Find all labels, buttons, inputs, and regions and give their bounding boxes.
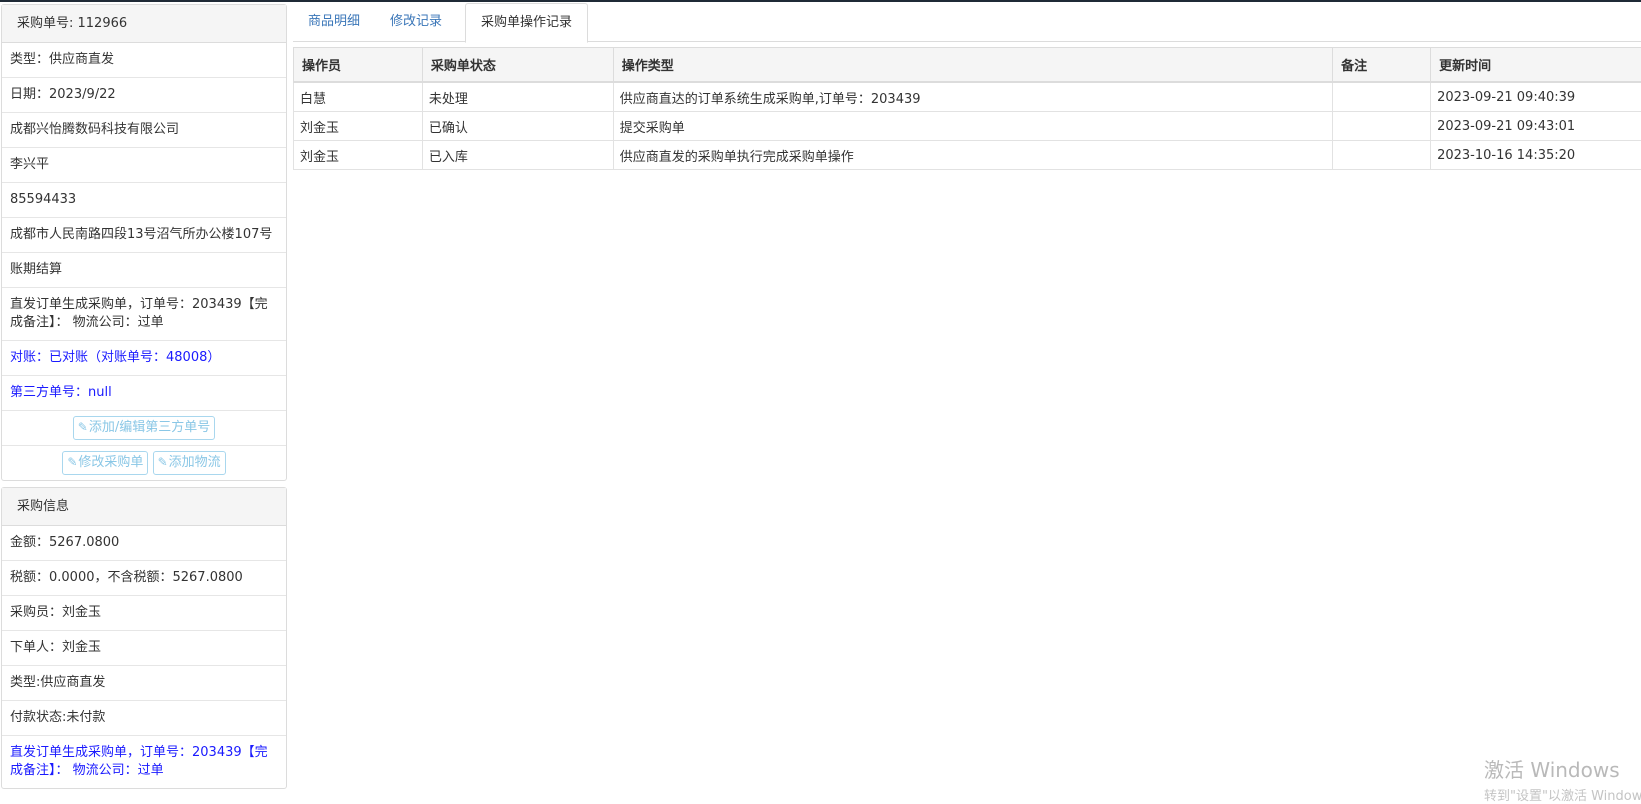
cell-remark [1333, 141, 1431, 170]
supplier-address: 成都市人民南路四段13号沼气所办公楼107号 [2, 218, 286, 253]
header-remark: 备注 [1333, 48, 1431, 83]
cell-operation-type: 提交采购单 [613, 112, 1332, 141]
cell-operator: 白慧 [294, 82, 423, 112]
edit-third-party-button[interactable]: ✎添加/编辑第三方单号 [73, 416, 215, 440]
third-party-number: 第三方单号：null [2, 376, 286, 411]
header-operation-type: 操作类型 [613, 48, 1332, 83]
order-info-panel: 采购单号: 112966 类型：供应商直发 日期：2023/9/22 成都兴怡腾… [1, 4, 287, 481]
settlement-type: 账期结算 [2, 253, 286, 288]
cell-status: 已确认 [422, 112, 613, 141]
cell-operator: 刘金玉 [294, 141, 423, 170]
order-type: 类型：供应商直发 [2, 43, 286, 78]
tab-operation-log[interactable]: 采购单操作记录 [465, 3, 588, 43]
left-sidebar: 采购单号: 112966 类型：供应商直发 日期：2023/9/22 成都兴怡腾… [1, 4, 287, 789]
table-row: 刘金玉 已入库 供应商直发的采购单执行完成采购单操作 2023-10-16 14… [294, 141, 1641, 170]
payment-status: 付款状态:未付款 [2, 701, 286, 736]
reconcile-status-link[interactable]: 对账：已对账（对账单号：48008） [2, 341, 286, 376]
table-row: 白慧 未处理 供应商直达的订单系统生成采购单,订单号：203439 2023-0… [294, 82, 1641, 112]
order-number-heading: 采购单号: 112966 [2, 5, 286, 43]
purchase-info-panel: 采购信息 金额：5267.0800 税额：0.0000，不含税额：5267.08… [1, 487, 287, 789]
purchase-note: 直发订单生成采购单，订单号：203439【完成备注】： 物流公司：过单 [2, 736, 286, 788]
cell-status: 已入库 [422, 141, 613, 170]
cell-remark [1333, 112, 1431, 141]
window-top-border [0, 0, 1641, 2]
tax-amount: 税额：0.0000，不含税额：5267.0800 [2, 561, 286, 596]
windows-activation-watermark: 激活 Windows [1484, 758, 1620, 782]
purchase-type: 类型:供应商直发 [2, 666, 286, 701]
cell-update-time: 2023-09-21 09:43:01 [1431, 112, 1641, 141]
main-content: 商品明细 修改记录 采购单操作记录 操作员 采购单状态 操作类型 备注 更新时间… [293, 3, 1641, 42]
header-update-time: 更新时间 [1431, 48, 1641, 83]
purchase-info-heading: 采购信息 [2, 488, 286, 526]
tab-product-details[interactable]: 商品明细 [293, 3, 375, 41]
add-logistics-button[interactable]: ✎添加物流 [153, 451, 226, 475]
cell-operation-type: 供应商直发的采购单执行完成采购单操作 [613, 141, 1332, 170]
order-date: 日期：2023/9/22 [2, 78, 286, 113]
supplier-company: 成都兴怡腾数码科技有限公司 [2, 113, 286, 148]
cell-operation-type: 供应商直达的订单系统生成采购单,订单号：203439 [613, 82, 1332, 112]
edit-icon: ✎ [67, 455, 77, 469]
header-order-status: 采购单状态 [422, 48, 613, 83]
cell-status: 未处理 [422, 82, 613, 112]
purchaser: 采购员：刘金玉 [2, 596, 286, 631]
table-row: 刘金玉 已确认 提交采购单 2023-09-21 09:43:01 [294, 112, 1641, 141]
cell-remark [1333, 82, 1431, 112]
edit-order-label: 修改采购单 [78, 455, 143, 470]
edit-icon: ✎ [158, 455, 168, 469]
header-operator: 操作员 [294, 48, 423, 83]
cell-operator: 刘金玉 [294, 112, 423, 141]
table-header-row: 操作员 采购单状态 操作类型 备注 更新时间 [294, 48, 1641, 83]
add-logistics-label: 添加物流 [169, 455, 221, 470]
windows-activation-hint: 转到"设置"以激活 Windows。 [1484, 785, 1641, 804]
tab-bar: 商品明细 修改记录 采购单操作记录 [293, 3, 1641, 42]
edit-third-party-label: 添加/编辑第三方单号 [89, 420, 210, 435]
cell-update-time: 2023-09-21 09:40:39 [1431, 82, 1641, 112]
amount: 金额：5267.0800 [2, 526, 286, 561]
contact-phone: 85594433 [2, 183, 286, 218]
order-action-row: ✎修改采购单 ✎添加物流 [2, 446, 286, 480]
operation-log-table: 操作员 采购单状态 操作类型 备注 更新时间 白慧 未处理 供应商直达的订单系统… [293, 47, 1641, 170]
cell-update-time: 2023-10-16 14:35:20 [1431, 141, 1641, 170]
edit-order-button[interactable]: ✎修改采购单 [62, 451, 148, 475]
contact-person: 李兴平 [2, 148, 286, 183]
order-placer: 下单人：刘金玉 [2, 631, 286, 666]
order-note: 直发订单生成采购单，订单号：203439【完成备注】： 物流公司：过单 [2, 288, 286, 341]
third-party-action-row: ✎添加/编辑第三方单号 [2, 411, 286, 446]
tab-modification-log[interactable]: 修改记录 [375, 3, 457, 41]
edit-icon: ✎ [78, 420, 88, 434]
